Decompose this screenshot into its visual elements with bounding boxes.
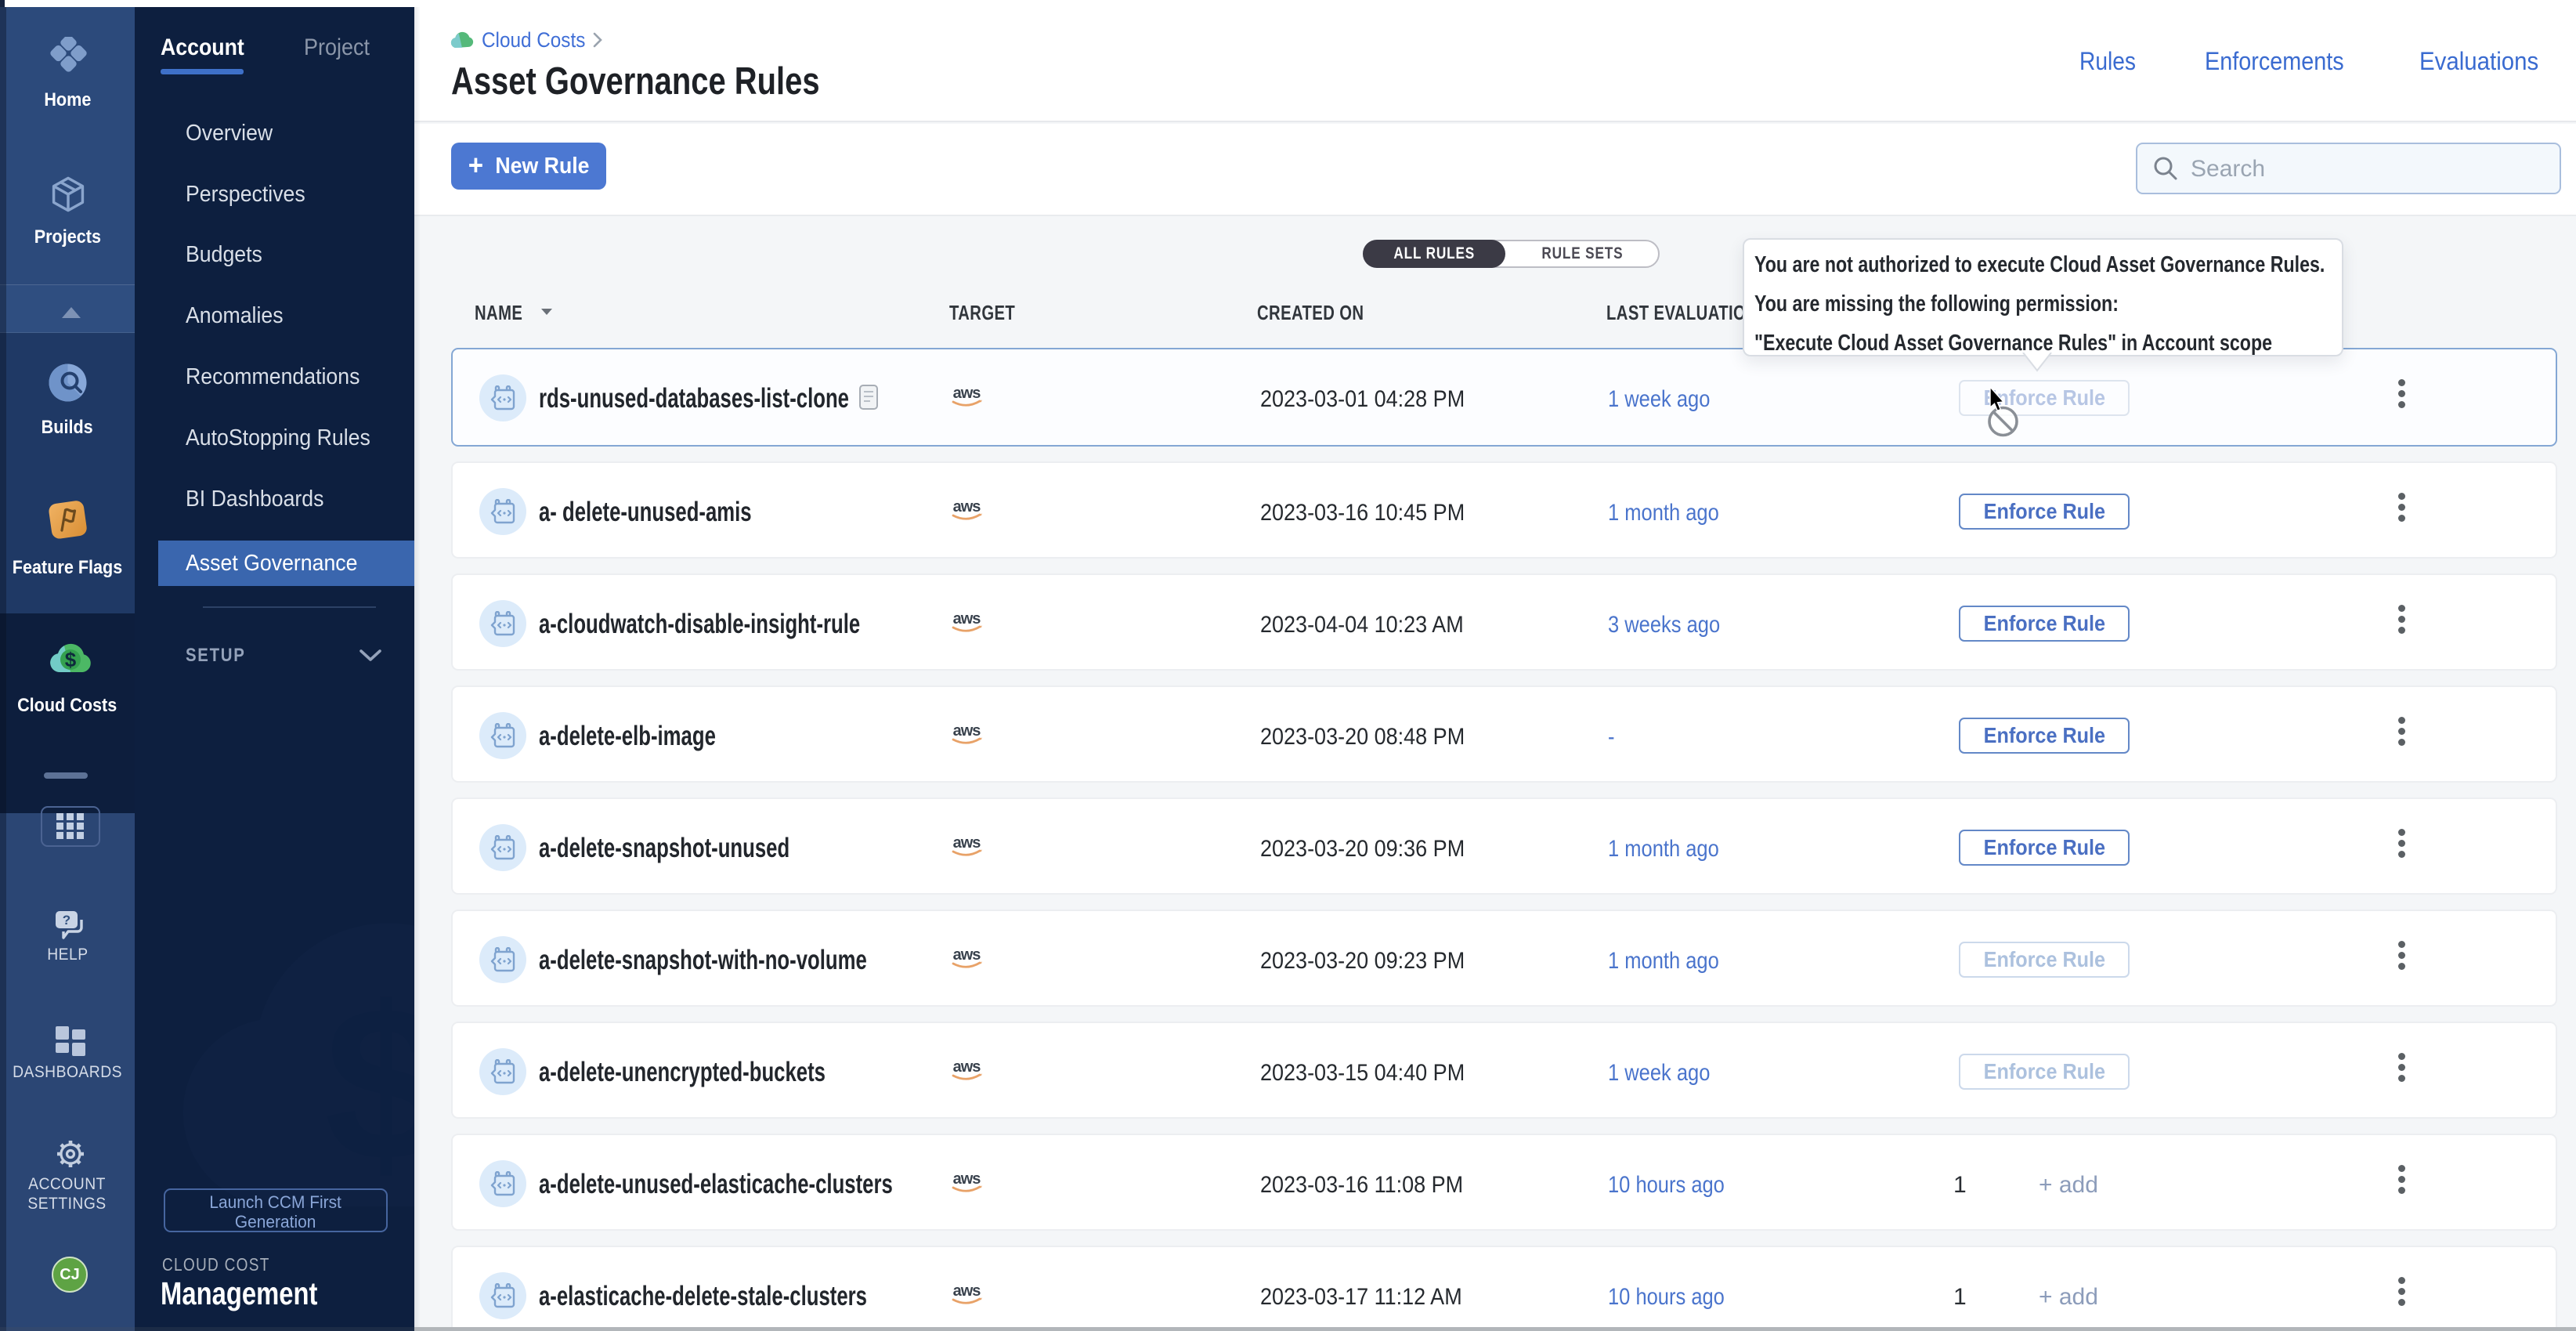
svg-text:?: ?: [63, 913, 70, 928]
svg-text:aws: aws: [953, 835, 981, 852]
svg-text:aws: aws: [953, 1171, 981, 1188]
svg-text:aws: aws: [953, 611, 981, 628]
svg-text:aws: aws: [953, 723, 981, 740]
svg-text:$: $: [324, 962, 414, 1206]
svg-text:$: $: [65, 648, 77, 671]
svg-text:aws: aws: [953, 1283, 981, 1300]
svg-text:aws: aws: [953, 385, 981, 402]
svg-text:aws: aws: [953, 1059, 981, 1076]
svg-text:aws: aws: [953, 947, 981, 964]
svg-text:aws: aws: [953, 499, 981, 515]
